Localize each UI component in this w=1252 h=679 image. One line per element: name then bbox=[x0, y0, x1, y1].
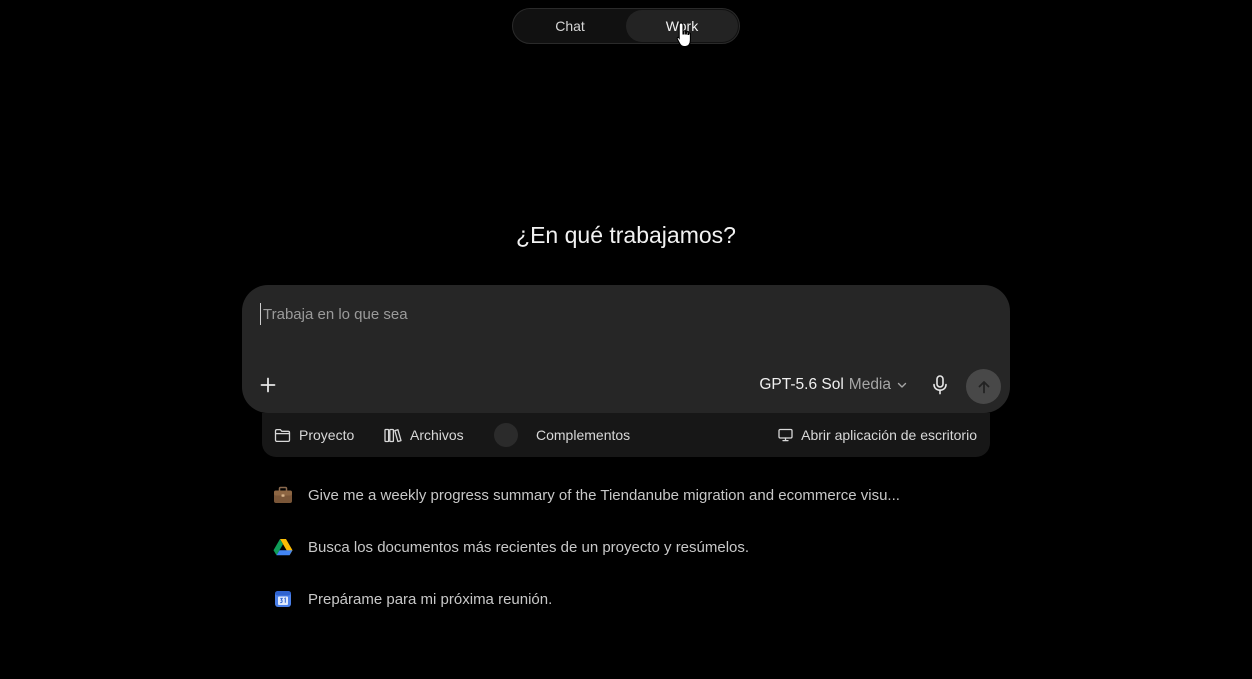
files-button[interactable]: Archivos bbox=[384, 413, 464, 457]
tab-chat[interactable]: Chat bbox=[514, 10, 626, 42]
briefcase-icon bbox=[272, 484, 294, 506]
prompt-input[interactable] bbox=[260, 303, 963, 325]
send-button[interactable] bbox=[966, 369, 1001, 404]
files-label: Archivos bbox=[410, 427, 464, 443]
folder-icon bbox=[274, 428, 291, 442]
voice-input-button[interactable] bbox=[930, 374, 950, 396]
suggestion-text: Prepárame para mi próxima reunión. bbox=[308, 590, 553, 608]
suggestion-text: Busca los documentos más recientes de un… bbox=[308, 538, 750, 556]
model-selector[interactable]: GPT-5.6 Sol Media bbox=[759, 374, 908, 396]
plugins-button[interactable]: Complementos bbox=[494, 413, 630, 457]
project-label: Proyecto bbox=[299, 427, 355, 443]
plus-icon bbox=[260, 377, 276, 393]
work-home-page: Chat Work ¿En qué trabajamos? GPT-5.6 So… bbox=[0, 0, 1252, 679]
suggestion-item[interactable]: Busca los documentos más recientes de un… bbox=[272, 530, 972, 564]
model-effort: Media bbox=[848, 376, 891, 393]
add-attachment-button[interactable] bbox=[256, 373, 280, 397]
project-button[interactable]: Proyecto bbox=[274, 413, 354, 457]
plugins-label: Complementos bbox=[536, 427, 631, 443]
open-desktop-app-button[interactable]: Abrir aplicación de escritorio bbox=[778, 413, 977, 457]
arrow-up-icon bbox=[978, 380, 989, 393]
model-name: GPT-5.6 Sol bbox=[759, 376, 844, 393]
page-title: ¿En qué trabajamos? bbox=[516, 222, 736, 248]
suggestion-list: Give me a weekly progress summary of the… bbox=[272, 478, 972, 634]
calendar-icon bbox=[272, 588, 294, 610]
suggestion-item[interactable]: Give me a weekly progress summary of the… bbox=[272, 478, 972, 512]
mode-switch: Chat Work bbox=[512, 8, 740, 44]
google-drive-icon bbox=[272, 536, 294, 558]
mouse-pointer-icon bbox=[676, 22, 691, 48]
composer-tools-bar: Proyecto Archivos Complementos Abrir apl… bbox=[262, 413, 990, 457]
open-desktop-app-label: Abrir aplicación de escritorio bbox=[801, 427, 977, 443]
suggestion-text: Give me a weekly progress summary of the… bbox=[308, 486, 900, 504]
plugins-toggle[interactable] bbox=[494, 423, 518, 447]
monitor-icon bbox=[778, 428, 793, 442]
composer: GPT-5.6 Sol Media bbox=[242, 285, 1010, 413]
library-icon bbox=[384, 428, 402, 442]
microphone-icon bbox=[933, 375, 947, 395]
chevron-down-icon bbox=[897, 382, 907, 388]
suggestion-item[interactable]: Prepárame para mi próxima reunión. bbox=[272, 582, 972, 616]
